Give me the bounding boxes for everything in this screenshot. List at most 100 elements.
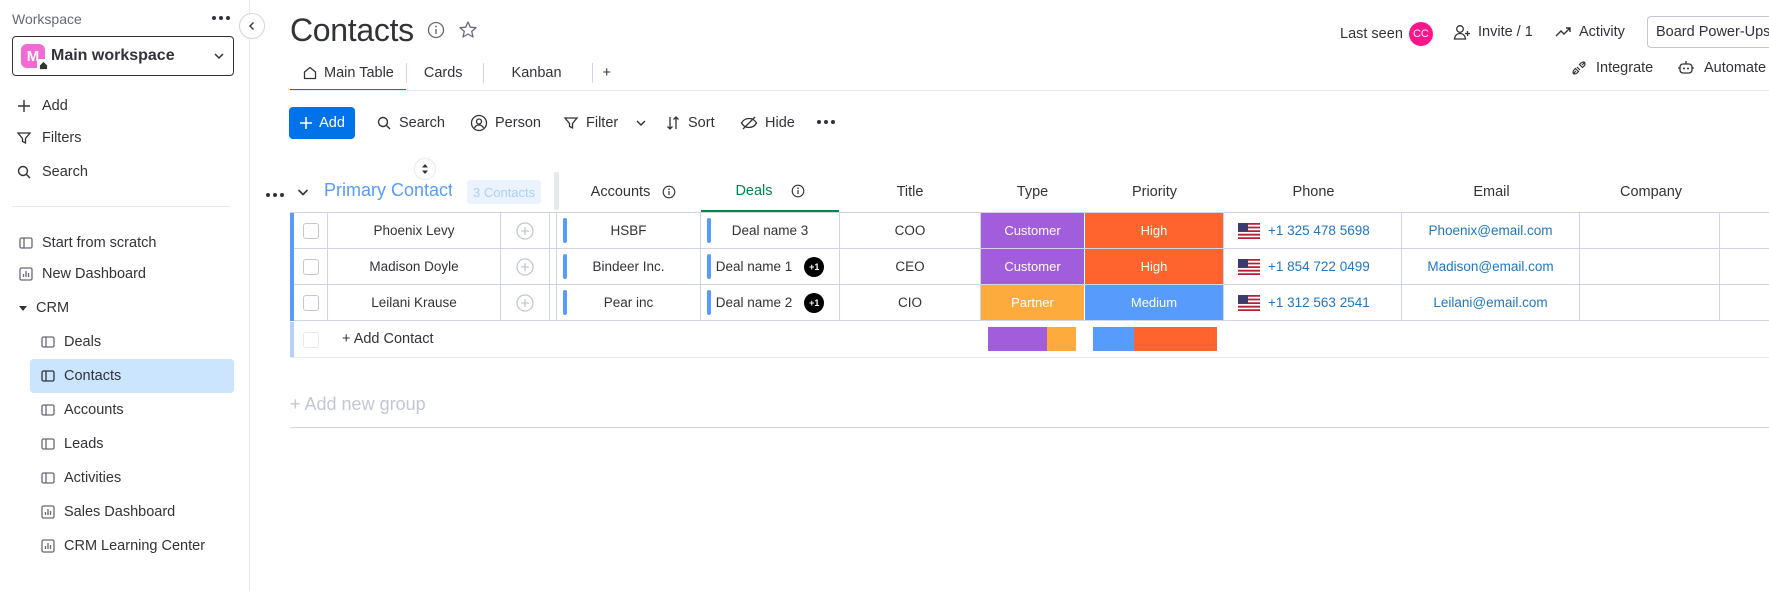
column-header-priority[interactable]: Priority [1085, 172, 1224, 212]
integrate-button[interactable]: Integrate [1570, 59, 1653, 77]
item-name-cell[interactable]: Leilani Krause [328, 285, 501, 320]
deals-cell[interactable]: Deal name 1 +1 [701, 249, 840, 284]
group-title[interactable]: Primary Contacts [324, 180, 452, 201]
sidebar-add-button[interactable]: Add [16, 95, 68, 117]
column-header-accounts[interactable]: Accounts [567, 172, 700, 212]
column-header-email[interactable]: Email [1403, 172, 1580, 212]
conversation-cell[interactable] [501, 285, 550, 320]
add-contact-input[interactable]: + Add Contact [342, 331, 434, 347]
star-icon[interactable] [458, 20, 478, 40]
accounts-cell[interactable]: Bindeer Inc. [556, 249, 701, 284]
invite-button[interactable]: Invite / 1 [1453, 20, 1533, 44]
email-link[interactable]: Madison@email.com [1427, 259, 1553, 274]
sidebar-search-button[interactable]: Search [16, 161, 88, 183]
column-header-phone[interactable]: Phone [1225, 172, 1402, 212]
title-cell[interactable]: COO [840, 213, 981, 248]
row-checkbox[interactable] [302, 258, 319, 275]
workspace-selector[interactable]: M Main workspace [12, 36, 234, 76]
column-header-type[interactable]: Type [981, 172, 1084, 212]
add-update-icon[interactable] [515, 293, 535, 313]
collapse-sidebar-button[interactable] [239, 13, 265, 39]
phone-cell[interactable]: +1 325 478 5698 [1224, 213, 1402, 248]
column-header-deals[interactable]: Deals [701, 172, 839, 212]
title-cell[interactable]: CEO [840, 249, 981, 284]
add-update-icon[interactable] [515, 257, 535, 277]
sidebar-item-activities[interactable]: Activities [30, 461, 234, 495]
sort-button[interactable]: Sort [665, 111, 715, 135]
priority-status-cell[interactable]: Medium [1085, 285, 1224, 320]
email-link[interactable]: Leilani@email.com [1433, 295, 1547, 310]
item-name-cell[interactable]: Madison Doyle [328, 249, 501, 284]
add-view-button[interactable]: + [593, 56, 621, 90]
column-header-title[interactable]: Title [840, 172, 980, 212]
chevron-down-icon[interactable] [635, 117, 647, 129]
deals-cell[interactable]: Deal name 3 [701, 213, 840, 248]
email-cell[interactable]: Madison@email.com [1402, 249, 1580, 284]
type-status-cell[interactable]: Customer [981, 213, 1085, 248]
phone-cell[interactable]: +1 312 563 2541 [1224, 285, 1402, 320]
phone-number[interactable]: +1 325 478 5698 [1268, 223, 1370, 238]
priority-status-cell[interactable]: High [1085, 213, 1224, 248]
phone-cell[interactable]: +1 854 722 0499 [1224, 249, 1402, 284]
accounts-cell[interactable]: HSBF [556, 213, 701, 248]
info-icon[interactable] [427, 21, 445, 39]
person-filter-button[interactable]: Person [470, 111, 541, 135]
company-cell[interactable] [1580, 213, 1720, 248]
sidebar-item-start-from-scratch[interactable]: Start from scratch [16, 226, 234, 260]
email-cell[interactable]: Phoenix@email.com [1402, 213, 1580, 248]
activity-button[interactable]: Activity [1554, 20, 1625, 44]
phone-number[interactable]: +1 854 722 0499 [1268, 259, 1370, 274]
company-cell[interactable] [1580, 285, 1720, 320]
workspace-options-icon[interactable] [208, 8, 234, 28]
email-cell[interactable]: Leilani@email.com [1402, 285, 1580, 320]
extra-deals-badge[interactable]: +1 [804, 292, 825, 313]
tab-cards[interactable]: Cards [407, 56, 483, 90]
info-icon[interactable] [791, 184, 805, 198]
type-status-cell[interactable]: Partner [981, 285, 1085, 320]
sidebar-item-leads[interactable]: Leads [30, 427, 234, 461]
filter-button[interactable]: Filter [563, 111, 647, 135]
title-cell[interactable]: CIO [840, 285, 981, 320]
column-header-company[interactable]: Company [1581, 172, 1721, 212]
person-label: Person [495, 115, 541, 131]
job-title: CIO [897, 295, 922, 310]
info-icon[interactable] [662, 185, 676, 199]
last-seen-button[interactable]: Last seen CC [1340, 22, 1433, 46]
email-link[interactable]: Phoenix@email.com [1428, 223, 1552, 238]
add-new-group-button[interactable]: + Add new group [290, 394, 426, 415]
row-checkbox[interactable] [302, 294, 319, 311]
priority-summary-bar[interactable] [1093, 327, 1217, 351]
sidebar-item-accounts[interactable]: Accounts [30, 393, 234, 427]
conversation-cell[interactable] [501, 213, 550, 248]
item-name-cell[interactable]: Phoenix Levy [328, 213, 501, 248]
row-checkbox[interactable] [302, 222, 319, 239]
sidebar-item-crm-learning-center[interactable]: CRM Learning Center [30, 529, 234, 563]
priority-status-cell[interactable]: High [1085, 249, 1224, 284]
conversation-cell[interactable] [501, 249, 550, 284]
search-button[interactable]: Search [376, 111, 445, 135]
tab-kanban[interactable]: Kanban [484, 56, 592, 90]
hide-button[interactable]: Hide [740, 111, 795, 135]
column-sort-icon[interactable] [414, 158, 436, 180]
sidebar-item-contacts[interactable]: Contacts [30, 359, 234, 393]
sidebar-filters-button[interactable]: Filters [16, 127, 81, 149]
sidebar-item-new-dashboard[interactable]: New Dashboard [16, 257, 234, 291]
more-options-icon[interactable] [817, 120, 835, 124]
deals-cell[interactable]: Deal name 2 +1 [701, 285, 840, 320]
type-status-cell[interactable]: Customer [981, 249, 1085, 284]
board-power-ups-button[interactable]: Board Power-Ups [1647, 16, 1769, 48]
chevron-down-icon[interactable] [296, 185, 310, 199]
group-options-icon[interactable] [266, 193, 284, 197]
sidebar-item-deals[interactable]: Deals [30, 325, 234, 359]
tab-main-table[interactable]: Main Table [290, 56, 406, 91]
accounts-cell[interactable]: Pear inc [556, 285, 701, 320]
company-cell[interactable] [1580, 249, 1720, 284]
type-summary-bar[interactable] [988, 327, 1076, 351]
sidebar-folder-crm[interactable]: CRM [16, 291, 234, 325]
extra-deals-badge[interactable]: +1 [804, 256, 825, 277]
phone-number[interactable]: +1 312 563 2541 [1268, 295, 1370, 310]
automate-button[interactable]: Automate [1676, 59, 1766, 77]
add-update-icon[interactable] [515, 221, 535, 241]
sidebar-item-sales-dashboard[interactable]: Sales Dashboard [30, 495, 234, 529]
add-item-button[interactable]: Add [289, 107, 355, 139]
